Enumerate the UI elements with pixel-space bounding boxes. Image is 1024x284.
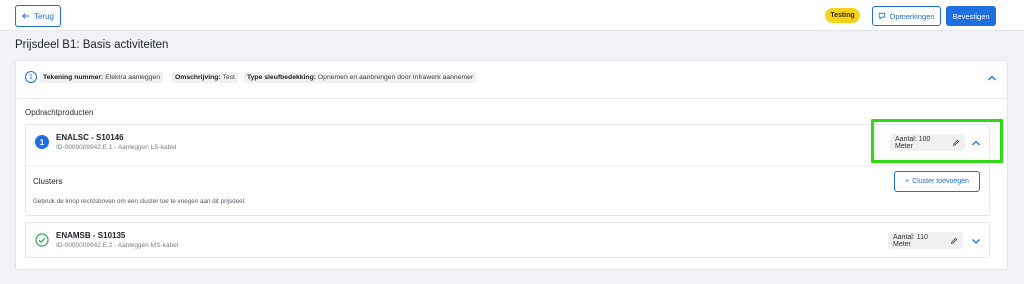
summary-row[interactable]: 1 Tekening nummer: Elektra aanleggen Oms… [16,61,1007,99]
add-cluster-button[interactable]: + Cluster toevoegen [894,171,980,192]
price-section-card: 1 Tekening nummer: Elektra aanleggen Oms… [15,60,1008,270]
product-number-badge: 1 [35,135,49,149]
products-heading: Opdrachtproducten [25,108,94,117]
back-button-label: Terug [33,11,54,21]
trench-type-value: Opnemen en aanbrengen door Infrawerk aan… [317,74,474,81]
back-button[interactable]: Terug [15,5,61,27]
trench-type-chip: Type sleufbedekking: Opnemen en aanbreng… [244,72,477,83]
quantity-chip[interactable]: Aantal: 100 Meter [890,134,965,151]
description-label: Omschrijving: [175,74,221,81]
chevron-up-icon[interactable] [987,73,997,83]
clusters-hint: Gebruik de knop rechtsboven om een clust… [33,198,246,205]
product-code: ENAMSB - S10135 [56,231,126,240]
product-subtitle: ID-0000009942.E.1 - Aanleggen LS-kabel [56,144,177,151]
arrow-left-icon [22,13,30,19]
pencil-icon[interactable] [950,237,958,245]
add-cluster-label: Cluster toevoegen [912,178,969,185]
remarks-button-label: Opmerkingen [889,11,935,21]
product-item: 1 ENALSC - S10146 ID-0000009942.E.1 - Aa… [25,124,990,216]
quantity-label: Aantal: 110 Meter [893,233,928,248]
description-value: Test [222,74,235,81]
chevron-down-icon[interactable] [971,236,981,246]
testing-badge: Testing [825,8,860,23]
remarks-button[interactable]: Opmerkingen [872,6,941,26]
quantity-chip[interactable]: Aantal: 110 Meter [888,232,963,249]
quantity-label: Aantal: 100 Meter [895,135,931,150]
plus-icon: + [905,178,910,185]
description-chip: Omschrijving: Test [172,72,238,83]
drawing-number-label: Tekening nummer: [43,74,104,81]
product-item: ENAMSB - S10135 ID-0000009942.E.2 - Aanl… [25,222,990,258]
drawing-number-value: Elektra aanleggen [105,74,160,81]
product-code: ENALSC - S10146 [56,133,124,142]
step-number: 1 [25,71,37,83]
check-circle-icon [35,233,49,247]
product-subtitle: ID-0000009942.E.2 - Aanleggen MS-kabel [56,242,179,249]
top-bar: Terug Testing Opmerkingen Bevestigen [0,0,1024,31]
comment-icon [879,12,886,20]
trench-type-label: Type sleufbedekking: [247,74,316,81]
pencil-icon[interactable] [952,139,960,147]
chevron-up-icon[interactable] [971,138,981,148]
clusters-title: Clusters [33,177,63,186]
page-title: Prijsdeel B1: Basis activiteiten [15,39,169,51]
drawing-number-chip: Tekening nummer: Elektra aanleggen [40,72,163,83]
divider [26,165,989,166]
confirm-button[interactable]: Bevestigen [946,6,996,26]
